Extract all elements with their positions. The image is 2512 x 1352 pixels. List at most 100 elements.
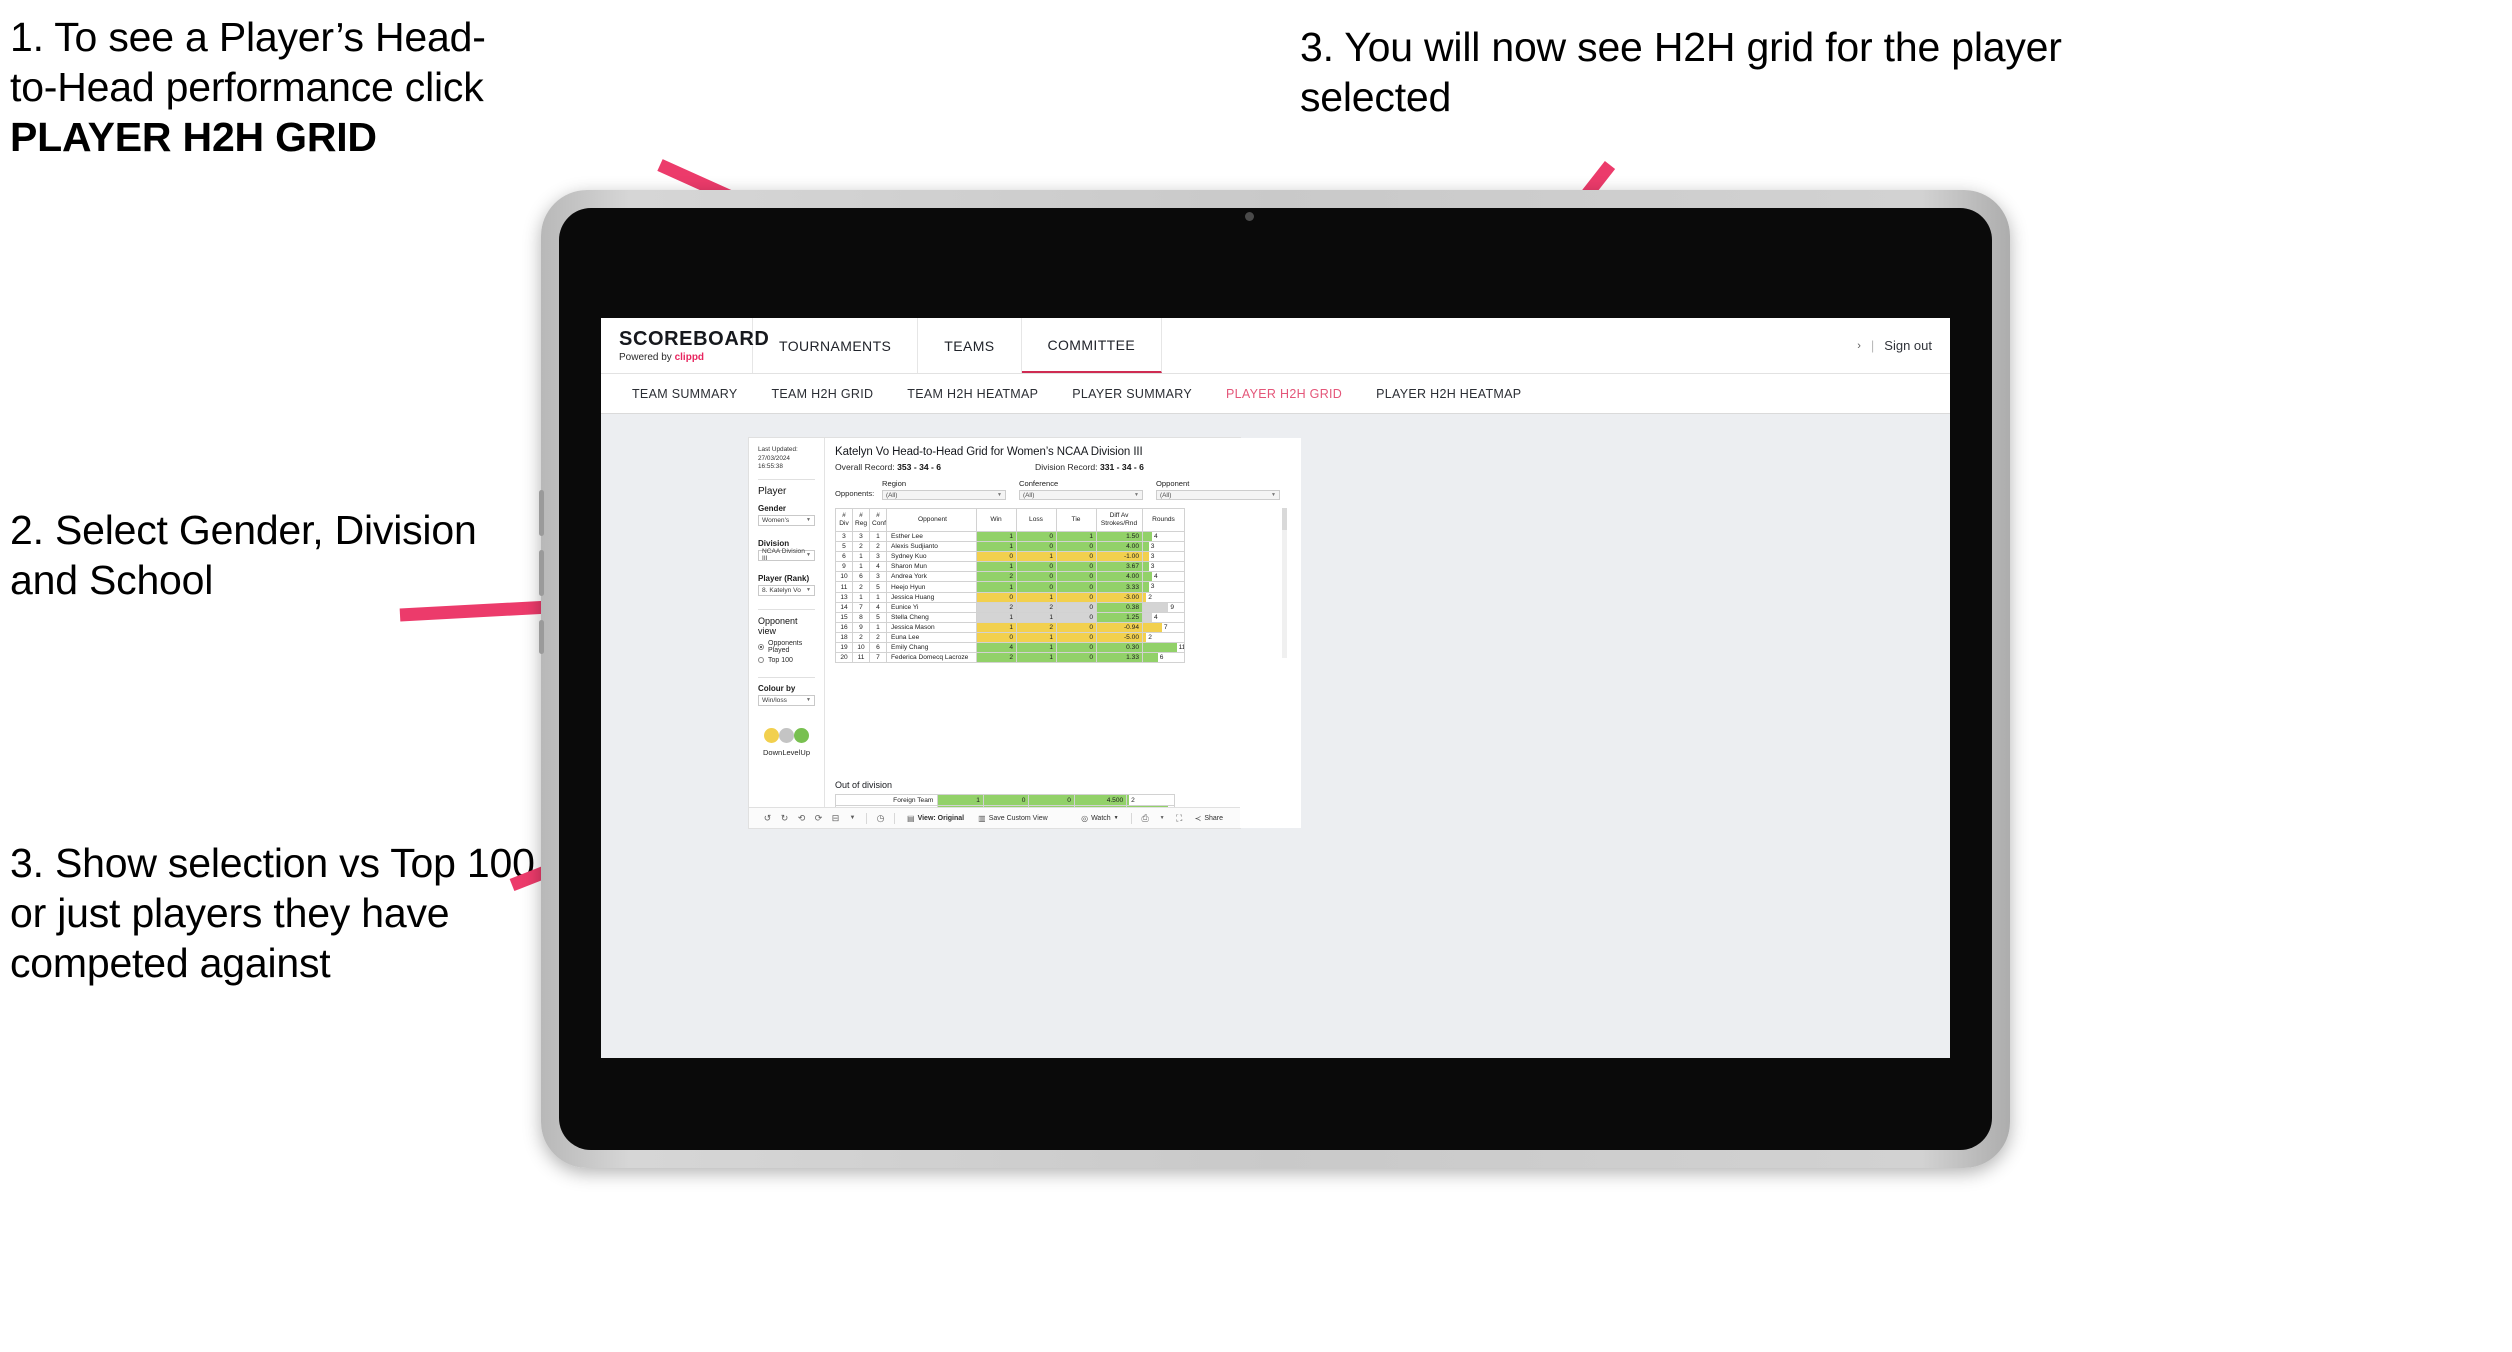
rounds-value: 7 <box>1163 623 1168 631</box>
cell-win: 0 <box>976 631 1017 644</box>
region-filter-select[interactable]: (All) ▼ <box>882 490 1006 500</box>
h2h-table-area: # Div # Reg # Conf Opponent Win Loss Tie Di… <box>835 508 1293 774</box>
table-row[interactable]: 10 6 3 Andrea York 2 0 0 4.00 4 <box>835 571 1185 583</box>
cell-reg: 1 <box>852 551 870 563</box>
player-rank-select[interactable]: 8. Katelyn Vo ▼ <box>758 584 815 596</box>
conference-filter-select[interactable]: (All) ▼ <box>1019 490 1143 500</box>
table-row[interactable]: 20 11 7 Federica Domecq Lacroze 2 1 0 1.33 6 <box>835 652 1185 664</box>
view-original-button[interactable]: ▤ View: Original <box>900 814 971 823</box>
cell-tie: 0 <box>1056 642 1097 654</box>
cell-win: 0 <box>976 551 1017 563</box>
cell-opponent: Eunice Yi <box>886 601 977 613</box>
tab-team-h2h-heatmap[interactable]: TEAM H2H HEATMAP <box>890 374 1055 414</box>
cell-conf: 4 <box>869 561 887 573</box>
table-scrollbar[interactable] <box>1282 508 1287 658</box>
alerts-icon[interactable]: ◷ <box>872 813 889 824</box>
opponent-filter-select[interactable]: (All) ▼ <box>1156 490 1280 500</box>
undo-icon[interactable]: ↺ <box>759 813 776 824</box>
tablet-screen: SCOREBOARD Powered by clippd TOURNAMENTS… <box>559 208 1992 1150</box>
player-rank-label: Player (Rank) <box>758 573 810 583</box>
division-value: NCAA Division III <box>762 548 805 563</box>
division-record: Division Record: 331 - 34 - 6 <box>1035 462 1144 472</box>
colour-by-value: Win/loss <box>762 696 787 704</box>
topnav-right-group: › | Sign out <box>1857 318 1950 373</box>
topnav-tournaments[interactable]: TOURNAMENTS <box>753 318 919 373</box>
cell-conf: 1 <box>869 621 887 633</box>
tab-player-h2h-heatmap[interactable]: PLAYER H2H HEATMAP <box>1359 374 1538 414</box>
topnav-committee[interactable]: COMMITTEE <box>1021 318 1163 373</box>
table-row[interactable]: 5 2 2 Alexis Sudjianto 1 0 0 4.00 3 <box>835 541 1185 553</box>
chevron-down-icon[interactable]: ▼ <box>1154 815 1171 821</box>
tab-team-summary[interactable]: TEAM SUMMARY <box>615 374 754 414</box>
device-layout-icon[interactable]: ⎙ <box>1137 813 1154 824</box>
legend-swatch-up <box>794 727 809 743</box>
topnav-teams[interactable]: TEAMS <box>918 318 1022 373</box>
toolbar-divider-2 <box>894 812 895 824</box>
colour-by-select[interactable]: Win/loss ▼ <box>758 694 815 706</box>
division-record-value: 331 - 34 - 6 <box>1099 462 1144 472</box>
rounds-bar <box>1143 603 1169 612</box>
cell-opponent: Alexis Sudjianto <box>886 541 977 553</box>
cell-tie: 0 <box>1056 591 1097 603</box>
revert-icon[interactable]: ⟲ <box>793 813 810 824</box>
region-filter-value: (All) <box>886 491 898 499</box>
sign-out-link[interactable]: Sign out <box>1884 338 1932 353</box>
table-row[interactable]: 16 9 1 Jessica Mason 1 2 0 -0.94 7 <box>835 621 1185 633</box>
tab-player-h2h-grid[interactable]: PLAYER H2H GRID <box>1209 374 1359 414</box>
app-logo[interactable]: SCOREBOARD Powered by clippd <box>601 318 769 373</box>
chevron-down-icon: ▼ <box>1134 492 1139 498</box>
cell-opponent: Federica Domecq Lacroze <box>886 652 977 664</box>
region-filter-group: Region (All) ▼ <box>882 479 1006 500</box>
cell-loss: 1 <box>1016 591 1057 603</box>
sidebar-divider-3 <box>758 676 815 678</box>
scoreboard-app: SCOREBOARD Powered by clippd TOURNAMENTS… <box>601 318 1950 1058</box>
table-row[interactable]: 18 2 2 Euna Lee 0 1 0 -5.00 2 <box>835 631 1185 644</box>
legend-swatch-down <box>764 727 779 743</box>
table-row[interactable]: 14 7 4 Eunice Yi 2 2 0 0.38 9 <box>835 601 1185 613</box>
rounds-bar <box>1143 623 1162 632</box>
rounds-bar <box>1143 542 1149 551</box>
annotation-step-3: 3. Show selection vs Top 100 or just pla… <box>10 840 535 987</box>
cell-win: 2 <box>976 571 1017 583</box>
table-row[interactable]: 6 1 3 Sydney Kuo 0 1 0 -1.00 3 <box>835 551 1185 563</box>
player-section-heading: Player <box>758 485 787 497</box>
division-select[interactable]: NCAA Division III ▼ <box>758 548 815 563</box>
cell-diff: -0.94 <box>1096 621 1143 633</box>
table-row[interactable]: 9 1 4 Sharon Mun 1 0 0 3.67 3 <box>835 561 1185 573</box>
cell-tie: 0 <box>1056 561 1097 573</box>
cell-win: 2 <box>976 601 1017 613</box>
watch-button[interactable]: ◎ Watch ▼ <box>1074 814 1126 823</box>
radio-opponents-played[interactable]: Opponents Played <box>758 640 815 654</box>
save-custom-view-button[interactable]: ▥ Save Custom View <box>971 814 1055 823</box>
cell-rounds: 2 <box>1142 631 1185 644</box>
opponents-filter-label: Opponents: <box>835 489 875 498</box>
cell-div: 14 <box>835 601 853 613</box>
share-button[interactable]: ≺ Share <box>1188 814 1230 823</box>
cell-reg: 2 <box>852 581 870 593</box>
fullscreen-icon[interactable]: ⛶ <box>1171 813 1188 824</box>
redo-icon[interactable]: ↻ <box>776 813 793 824</box>
table-row[interactable]: 19106Emily Chang4100.3011 <box>835 642 1185 654</box>
table-row[interactable]: 15 8 5 Stella Cheng 1 1 0 1.25 4 <box>835 611 1185 623</box>
cell-rounds: 11 <box>1142 642 1185 654</box>
tab-player-summary[interactable]: PLAYER SUMMARY <box>1055 374 1209 414</box>
cell-diff: 0.30 <box>1096 642 1143 654</box>
chevron-down-icon[interactable]: ▼ <box>844 815 861 821</box>
cell-conf: 4 <box>869 601 887 613</box>
cell-div: 16 <box>835 621 853 633</box>
table-row[interactable]: 3 3 1 Esther Lee 1 0 1 1.50 4 <box>835 530 1185 543</box>
sidebar-divider-1 <box>758 478 815 480</box>
refresh-icon[interactable]: ⟳ <box>810 813 827 824</box>
radio-top-100[interactable]: Top 100 <box>758 657 815 664</box>
cell-loss: 1 <box>1016 551 1057 563</box>
table-row[interactable]: 11 2 5 Heejo Hyun 1 0 0 3.33 3 <box>835 581 1185 593</box>
cell-reg: 11 <box>852 652 870 664</box>
cell-reg: 8 <box>852 611 870 623</box>
table-scrollbar-thumb[interactable] <box>1282 508 1287 530</box>
gender-select[interactable]: Women's ▼ <box>758 514 815 526</box>
pause-icon[interactable]: ⊟ <box>827 813 844 824</box>
table-row[interactable]: 13 1 1 Jessica Huang 0 1 0 -3.00 2 <box>835 591 1185 603</box>
out-of-division-row[interactable]: Foreign Team 1 0 0 4.500 2 <box>834 794 1175 806</box>
cell-opponent: Sydney Kuo <box>886 551 977 563</box>
tab-team-h2h-grid[interactable]: TEAM H2H GRID <box>754 374 890 414</box>
